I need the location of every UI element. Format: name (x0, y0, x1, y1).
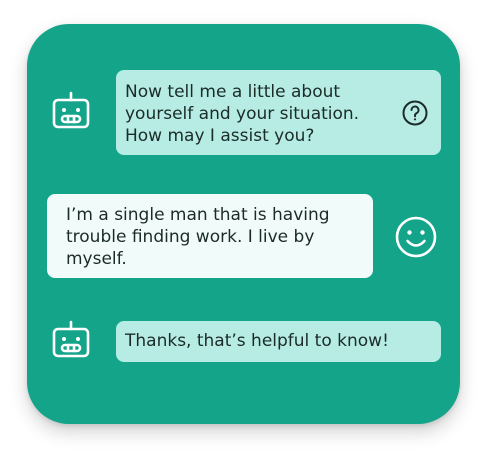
bot-message-bubble: Thanks, that’s helpful to know! (116, 321, 441, 362)
user-message-bubble: I’m a single man that is having trouble … (47, 194, 373, 278)
help-circle-icon[interactable] (401, 99, 429, 127)
smiley-face-icon (393, 214, 439, 260)
bot-message-bubble: Now tell me a little about yourself and … (116, 70, 441, 155)
robot-icon (51, 319, 91, 359)
robot-icon (51, 90, 91, 130)
